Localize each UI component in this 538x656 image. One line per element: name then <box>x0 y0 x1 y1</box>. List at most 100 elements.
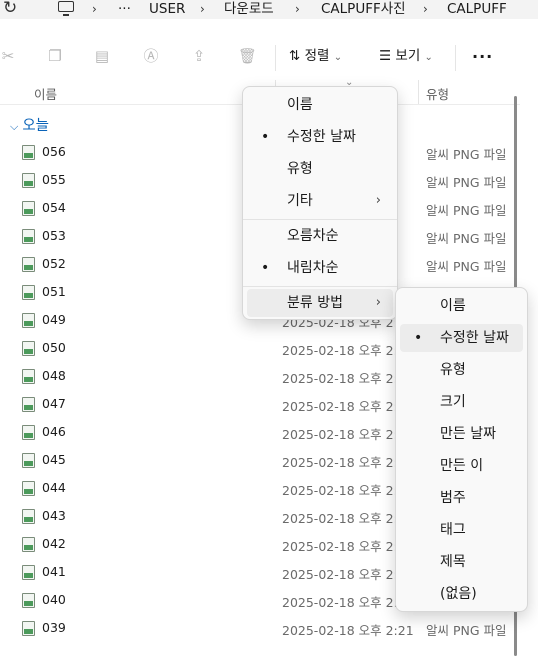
address-bar: ↻ › ··· USER › 다운로드 › CALPUFF사진 › CALPUF… <box>0 0 538 19</box>
png-file-icon <box>22 453 35 468</box>
table-row[interactable]: 039 2025-02-18 오후 2:21 알씨 PNG 파일 <box>0 614 510 642</box>
file-type: 알씨 PNG 파일 <box>426 175 507 190</box>
group-menu-item-tags[interactable]: 태그 <box>400 516 523 544</box>
breadcrumb-downloads[interactable]: 다운로드 <box>224 0 274 19</box>
share-icon[interactable]: ⇪ <box>191 48 207 64</box>
column-header-type[interactable]: 유형 <box>426 84 449 103</box>
sort-menu-item-descending[interactable]: • 내림차순 <box>247 254 393 282</box>
sort-icon: ⇅ <box>289 48 301 64</box>
group-label: 오늘 <box>22 118 50 134</box>
file-name: 046 <box>42 424 66 439</box>
group-menu-item-name[interactable]: 이름 <box>400 292 523 320</box>
sort-menu-item-ascending[interactable]: 오름차순 <box>247 222 393 250</box>
file-date-modified: 2025-02-18 오후 2:21 <box>282 623 414 638</box>
file-date-modified: 2025-02-18 오후 2:4 <box>282 343 406 358</box>
file-date-modified: 2025-02-18 오후 2:3 <box>282 455 406 470</box>
file-date-modified: 2025-02-18 오후 2:3 <box>282 511 406 526</box>
group-menu-item-type[interactable]: 유형 <box>400 356 523 384</box>
file-date-modified: 2025-02-18 오후 2:2 <box>282 595 406 610</box>
png-file-icon <box>22 257 35 272</box>
more-options-button[interactable]: ··· <box>472 47 493 66</box>
chevron-down-icon: ⌄ <box>333 52 343 63</box>
view-button[interactable]: ☰ 보기 ⌄ <box>379 47 433 67</box>
sort-menu: 이름 • 수정한 날짜 유형 기타 › 오름차순 • 내림차순 분류 방법 › <box>242 86 398 320</box>
file-name: 049 <box>42 312 66 327</box>
png-file-icon <box>22 397 35 412</box>
group-menu-item-categories[interactable]: 범주 <box>400 484 523 512</box>
menu-separator <box>243 219 397 220</box>
sort-menu-item-more[interactable]: 기타 › <box>247 187 393 215</box>
breadcrumb-calpuff-photos[interactable]: CALPUFF사진 <box>321 0 406 19</box>
rename-icon[interactable]: Ⓐ <box>143 48 159 64</box>
selected-bullet-icon: • <box>261 260 270 276</box>
chevron-right-icon[interactable]: › <box>200 0 205 19</box>
file-name: 045 <box>42 452 66 467</box>
chevron-right-icon[interactable]: › <box>92 0 97 19</box>
sort-menu-item-date-modified[interactable]: • 수정한 날짜 <box>247 123 393 151</box>
group-menu-item-date-modified[interactable]: • 수정한 날짜 <box>400 324 523 352</box>
png-file-icon <box>22 201 35 216</box>
column-divider[interactable] <box>418 80 419 104</box>
file-type: 알씨 PNG 파일 <box>426 623 507 638</box>
chevron-right-icon: › <box>375 193 381 208</box>
png-file-icon <box>22 509 35 524</box>
group-header-today[interactable]: ⌵ 오늘 <box>10 114 49 135</box>
breadcrumb-overflow[interactable]: ··· <box>118 0 131 19</box>
file-name: 050 <box>42 340 66 355</box>
chevron-right-icon: › <box>375 295 381 310</box>
file-name: 054 <box>42 200 66 215</box>
group-menu-item-title[interactable]: 제목 <box>400 548 523 576</box>
file-name: 042 <box>42 536 66 551</box>
command-bar: ✂ ❐ ▤ Ⓐ ⇪ 🗑 ⇅ 정렬 ⌄ ☰ 보기 ⌄ <box>0 33 538 81</box>
file-type: 알씨 PNG 파일 <box>426 259 507 274</box>
view-label: 보기 <box>395 48 421 64</box>
selected-bullet-icon: • <box>261 129 270 145</box>
file-type: 알씨 PNG 파일 <box>426 231 507 246</box>
file-name: 053 <box>42 228 66 243</box>
group-menu-item-none[interactable]: (없음) <box>400 580 523 608</box>
cut-icon[interactable]: ✂ <box>0 48 16 64</box>
file-name: 041 <box>42 564 66 579</box>
png-file-icon <box>22 145 35 160</box>
paste-icon[interactable]: ▤ <box>94 48 110 64</box>
png-file-icon <box>22 341 35 356</box>
column-header-name[interactable]: 이름 <box>34 84 57 103</box>
breadcrumb-calpuff[interactable]: CALPUFF <box>447 0 507 19</box>
png-file-icon <box>22 369 35 384</box>
sort-button[interactable]: ⇅ 정렬 ⌄ <box>289 47 342 67</box>
png-file-icon <box>22 537 35 552</box>
file-date-modified: 2025-02-18 오후 2:3 <box>282 539 406 554</box>
group-menu-item-size[interactable]: 크기 <box>400 388 523 416</box>
png-file-icon <box>22 481 35 496</box>
sort-menu-item-type[interactable]: 유형 <box>247 155 393 183</box>
view-icon: ☰ <box>379 48 392 64</box>
file-date-modified: 2025-02-18 오후 2:3 <box>282 371 406 386</box>
this-pc-icon[interactable] <box>58 1 74 16</box>
breadcrumb-user[interactable]: USER <box>149 0 185 19</box>
group-menu-item-authors[interactable]: 만든 이 <box>400 452 523 480</box>
file-date-modified: 2025-02-18 오후 2:2 <box>282 567 406 582</box>
file-name: 047 <box>42 396 66 411</box>
delete-icon[interactable]: 🗑 <box>238 48 257 64</box>
toolbar-divider <box>275 45 276 71</box>
menu-separator <box>243 286 397 287</box>
file-type: 알씨 PNG 파일 <box>426 203 507 218</box>
toolbar-divider <box>455 45 456 71</box>
chevron-right-icon[interactable]: › <box>295 0 300 19</box>
refresh-icon[interactable]: ↻ <box>3 0 17 18</box>
png-file-icon <box>22 313 35 328</box>
group-menu-item-date-created[interactable]: 만든 날짜 <box>400 420 523 448</box>
copy-icon[interactable]: ❐ <box>47 48 63 64</box>
png-file-icon <box>22 593 35 608</box>
file-name: 055 <box>42 172 66 187</box>
file-name: 056 <box>42 144 66 159</box>
sort-menu-item-group-by[interactable]: 분류 방법 › <box>247 289 393 317</box>
sort-menu-item-name[interactable]: 이름 <box>247 91 393 119</box>
chevron-right-icon[interactable]: › <box>423 0 428 19</box>
file-name: 040 <box>42 592 66 607</box>
chevron-down-icon: ⌄ <box>424 52 433 63</box>
file-name: 052 <box>42 256 66 271</box>
file-type: 알씨 PNG 파일 <box>426 147 507 162</box>
png-file-icon <box>22 565 35 580</box>
file-name: 051 <box>42 284 66 299</box>
